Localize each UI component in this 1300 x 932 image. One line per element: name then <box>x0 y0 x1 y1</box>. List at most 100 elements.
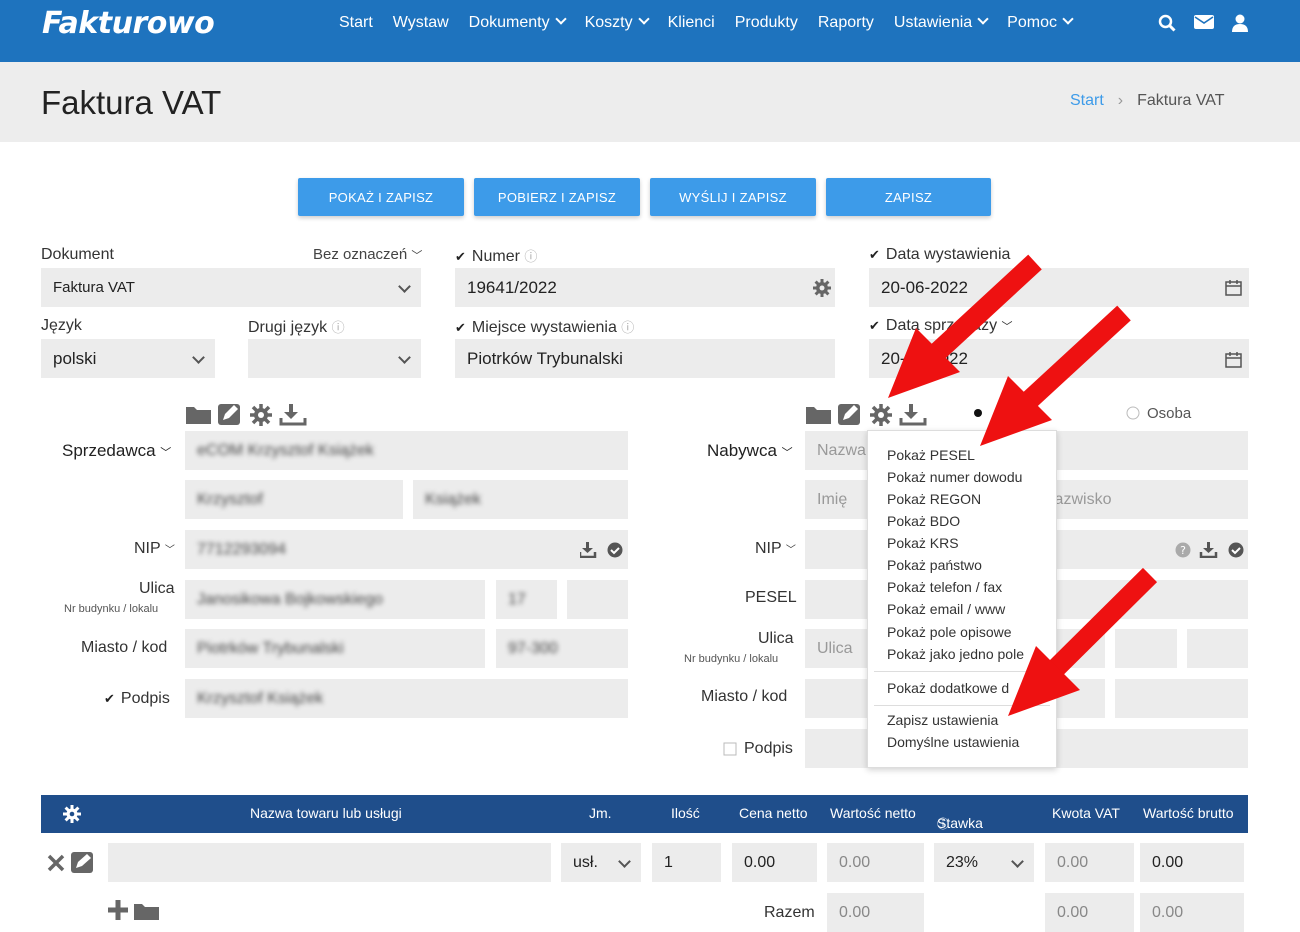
buyer-building-input[interactable] <box>1115 629 1177 668</box>
menu-show-country[interactable]: Pokaż państwo <box>887 557 982 573</box>
miejsce-input[interactable]: Piotrków Trybunalski <box>455 339 835 378</box>
miejsce-label[interactable]: Miejsce wystawienia ⓘ <box>455 317 634 337</box>
menu-show-extra[interactable]: Pokaż dodatkowe d <box>887 680 1009 696</box>
oznaczen-dropdown[interactable]: Bez oznaczeń ﹀ <box>313 246 422 263</box>
nabywca-dropdown[interactable]: Nabywca ﹀ <box>707 441 793 461</box>
seller-podpis-label[interactable]: Podpis <box>104 690 170 708</box>
item-name-input[interactable] <box>108 843 551 882</box>
dokument-select[interactable]: Faktura VAT <box>41 268 421 307</box>
col-unit: Jm. <box>589 805 612 821</box>
items-table-header: Nazwa towaru lub usługi Jm. Ilość Cena n… <box>41 795 1248 847</box>
drugi-jezyk-select[interactable] <box>248 339 421 378</box>
breadcrumb-current: Faktura VAT <box>1137 92 1225 109</box>
breadcrumb: Start › Faktura VAT <box>1070 92 1225 109</box>
seller-city-input[interactable]: Piotrków Trybunalski <box>185 629 485 668</box>
radio-company[interactable] <box>973 408 983 418</box>
seller-signature-input[interactable]: Krzysztof Książek <box>185 679 628 718</box>
seller-firstname-input[interactable]: Krzysztof <box>185 480 403 519</box>
data-wystawienia-label[interactable]: Data wystawienia <box>869 246 1011 264</box>
buyer-nip-label[interactable]: NIP ﹀ <box>755 540 796 558</box>
calendar-icon[interactable] <box>1225 351 1242 368</box>
gear-icon[interactable] <box>813 279 831 297</box>
nav-raporty[interactable]: Raporty <box>818 14 874 32</box>
buyer-postcode-input[interactable] <box>1115 679 1248 718</box>
item-unit-select[interactable]: usł. <box>561 843 641 882</box>
save-button[interactable]: ZAPISZ <box>826 178 991 216</box>
seller-apartment-input[interactable] <box>567 580 628 619</box>
buyer-toolbar <box>806 404 927 426</box>
jezyk-select[interactable]: polski <box>41 339 215 378</box>
show-and-save-button[interactable]: POKAŻ I ZAPISZ <box>298 178 464 216</box>
nav-dokumenty[interactable]: Dokumenty <box>469 14 565 32</box>
item-vat-amount: 0.00 <box>1045 843 1134 882</box>
search-icon[interactable] <box>1158 14 1176 32</box>
nav-klienci[interactable]: Klienci <box>668 14 715 32</box>
download-icon <box>1199 542 1218 558</box>
menu-save-settings[interactable]: Zapisz ustawienia <box>887 712 998 728</box>
menu-default-settings[interactable]: Domyślne ustawienia <box>887 734 1019 750</box>
menu-show-pesel[interactable]: Pokaż PESEL <box>887 447 975 463</box>
nav-start[interactable]: Start <box>339 14 373 32</box>
data-sprzedazy-input[interactable]: 20-06-2022 <box>869 339 1249 378</box>
data-wystawienia-input[interactable]: 20-06-2022 <box>869 268 1249 307</box>
sum-net-value: 0.00 <box>827 893 924 932</box>
menu-show-id-number[interactable]: Pokaż numer dowodu <box>887 469 1022 485</box>
buyer-ulica-sublabel: Nr budynku / lokalu <box>684 653 779 665</box>
buyer-nip-actions[interactable]: ? <box>1175 542 1245 558</box>
breadcrumb-start[interactable]: Start <box>1070 92 1104 109</box>
dokument-label: Dokument <box>41 246 114 263</box>
menu-show-krs[interactable]: Pokaż KRS <box>887 535 959 551</box>
sprzedawca-dropdown[interactable]: Sprzedawca ﹀ <box>62 441 171 461</box>
menu-show-single-field[interactable]: Pokaż jako jedno pole <box>887 646 1024 662</box>
item-net-value: 0.00 <box>827 843 924 882</box>
seller-miasto-label: Miasto / kod <box>81 639 168 656</box>
seller-nip-input[interactable]: 7712293094 <box>185 530 628 569</box>
seller-nip-label[interactable]: NIP ﹀ <box>134 540 175 558</box>
seller-street-input[interactable]: Janosikowa Bojkowskiego <box>185 580 485 619</box>
jezyk-label: Język <box>41 317 82 334</box>
calendar-icon[interactable] <box>1225 279 1242 296</box>
buyer-miasto-label: Miasto / kod <box>701 688 788 705</box>
numer-input[interactable]: 19641/2022 <box>455 268 835 307</box>
menu-divider <box>874 671 1050 672</box>
item-net-price-input[interactable]: 0.00 <box>732 843 817 882</box>
menu-show-bdo[interactable]: Pokaż BDO <box>887 513 960 529</box>
nav-ustawienia[interactable]: Ustawienia <box>894 14 987 32</box>
seller-nip-actions[interactable] <box>580 542 624 558</box>
gear-icon[interactable] <box>63 805 81 823</box>
mail-icon[interactable] <box>1194 14 1214 30</box>
buyer-podpis-checkbox[interactable] <box>723 742 737 756</box>
col-net-value: Wartość netto <box>830 805 916 821</box>
col-name: Nazwa towaru lub usługi <box>250 805 402 821</box>
svg-text:?: ? <box>1180 544 1186 557</box>
nav-wystaw[interactable]: Wystaw <box>393 14 449 32</box>
numer-label[interactable]: Numer ⓘ <box>455 246 537 266</box>
menu-show-email[interactable]: Pokaż email / www <box>887 601 1005 617</box>
buyer-apartment-input[interactable] <box>1187 629 1248 668</box>
nav-produkty[interactable]: Produkty <box>735 14 798 32</box>
menu-show-regon[interactable]: Pokaż REGON <box>887 491 981 507</box>
user-icon[interactable] <box>1232 14 1248 32</box>
radio-person[interactable] <box>1126 406 1140 420</box>
nav-koszty[interactable]: Koszty <box>585 14 648 32</box>
edit-icon <box>71 852 93 873</box>
item-vat-rate-select[interactable]: 23% <box>934 843 1034 882</box>
item-gross-value-input[interactable]: 0.00 <box>1140 843 1244 882</box>
item-qty-input[interactable]: 1 <box>652 843 721 882</box>
nav-pomoc[interactable]: Pomoc <box>1007 14 1072 32</box>
seller-building-input[interactable]: 17 <box>496 580 557 619</box>
menu-show-phone[interactable]: Pokaż telefon / fax <box>887 579 1002 595</box>
data-sprzedazy-label[interactable]: Data sprzedaży ﹀ <box>869 317 1013 335</box>
download-and-save-button[interactable]: POBIERZ I ZAPISZ <box>474 178 640 216</box>
folder-icon <box>806 407 831 424</box>
menu-show-description[interactable]: Pokaż pole opisowe <box>887 624 1012 640</box>
sum-gross-value: 0.00 <box>1140 893 1244 932</box>
seller-name-input[interactable]: eCOM Krzysztof Książek <box>185 431 628 470</box>
send-and-save-button[interactable]: WYŚLIJ I ZAPISZ <box>650 178 816 216</box>
edit-icon <box>218 404 240 425</box>
seller-postcode-input[interactable]: 97-300 <box>496 629 628 668</box>
seller-lastname-input[interactable]: Książek <box>413 480 628 519</box>
buyer-settings-menu: Pokaż PESEL Pokaż numer dowodu Pokaż REG… <box>867 430 1057 768</box>
logo[interactable]: Fakturowo <box>42 6 215 41</box>
buyer-lastname-input[interactable]: Nazwisko <box>1031 480 1248 519</box>
